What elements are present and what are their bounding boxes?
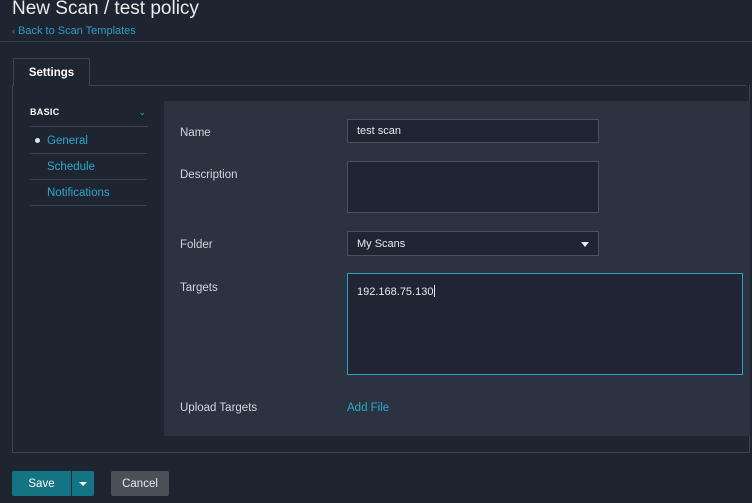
caret-down-icon <box>79 482 87 486</box>
sidebar-section-basic[interactable]: BASIC ⌄ <box>30 104 148 127</box>
upload-targets-label: Upload Targets <box>180 402 258 414</box>
caret-down-icon <box>581 242 589 247</box>
description-label: Description <box>180 169 238 181</box>
save-button[interactable]: Save <box>12 471 71 496</box>
name-input[interactable]: test scan <box>347 119 599 143</box>
sidebar-item-notifications[interactable]: Notifications <box>30 180 147 206</box>
description-textarea[interactable] <box>347 161 599 213</box>
tab-divider <box>89 85 746 86</box>
active-bullet-icon <box>35 138 40 143</box>
folder-label: Folder <box>180 239 213 251</box>
folder-value: My Scans <box>357 238 406 250</box>
header-divider <box>0 41 752 42</box>
targets-label: Targets <box>180 282 218 294</box>
sidebar-section-label: BASIC <box>30 107 60 117</box>
chevron-down-icon: ⌄ <box>138 106 146 117</box>
tab-settings[interactable]: Settings <box>13 58 90 86</box>
sidebar-item-schedule[interactable]: Schedule <box>30 154 147 180</box>
chevron-left-icon: ‹ <box>12 26 15 36</box>
folder-select[interactable]: My Scans <box>347 231 599 256</box>
page-title: New Scan / test policy <box>12 0 199 19</box>
sidebar-item-label: Notifications <box>47 186 110 199</box>
save-options-dropdown[interactable] <box>72 471 94 496</box>
targets-textarea[interactable]: 192.168.75.130 <box>347 273 743 375</box>
sidebar-item-label: Schedule <box>47 160 95 173</box>
sidebar-item-general[interactable]: General <box>30 128 147 154</box>
name-value: test scan <box>357 125 402 137</box>
general-settings-form <box>164 101 750 436</box>
targets-value: 192.168.75.130 <box>357 286 434 298</box>
text-cursor <box>434 285 436 297</box>
sidebar-item-label: General <box>47 134 88 147</box>
add-file-link[interactable]: Add File <box>347 402 389 414</box>
cancel-button[interactable]: Cancel <box>111 471 169 496</box>
back-to-templates-link[interactable]: ‹ Back to Scan Templates <box>12 25 136 37</box>
name-label: Name <box>180 127 211 139</box>
back-link-label: Back to Scan Templates <box>18 25 136 37</box>
